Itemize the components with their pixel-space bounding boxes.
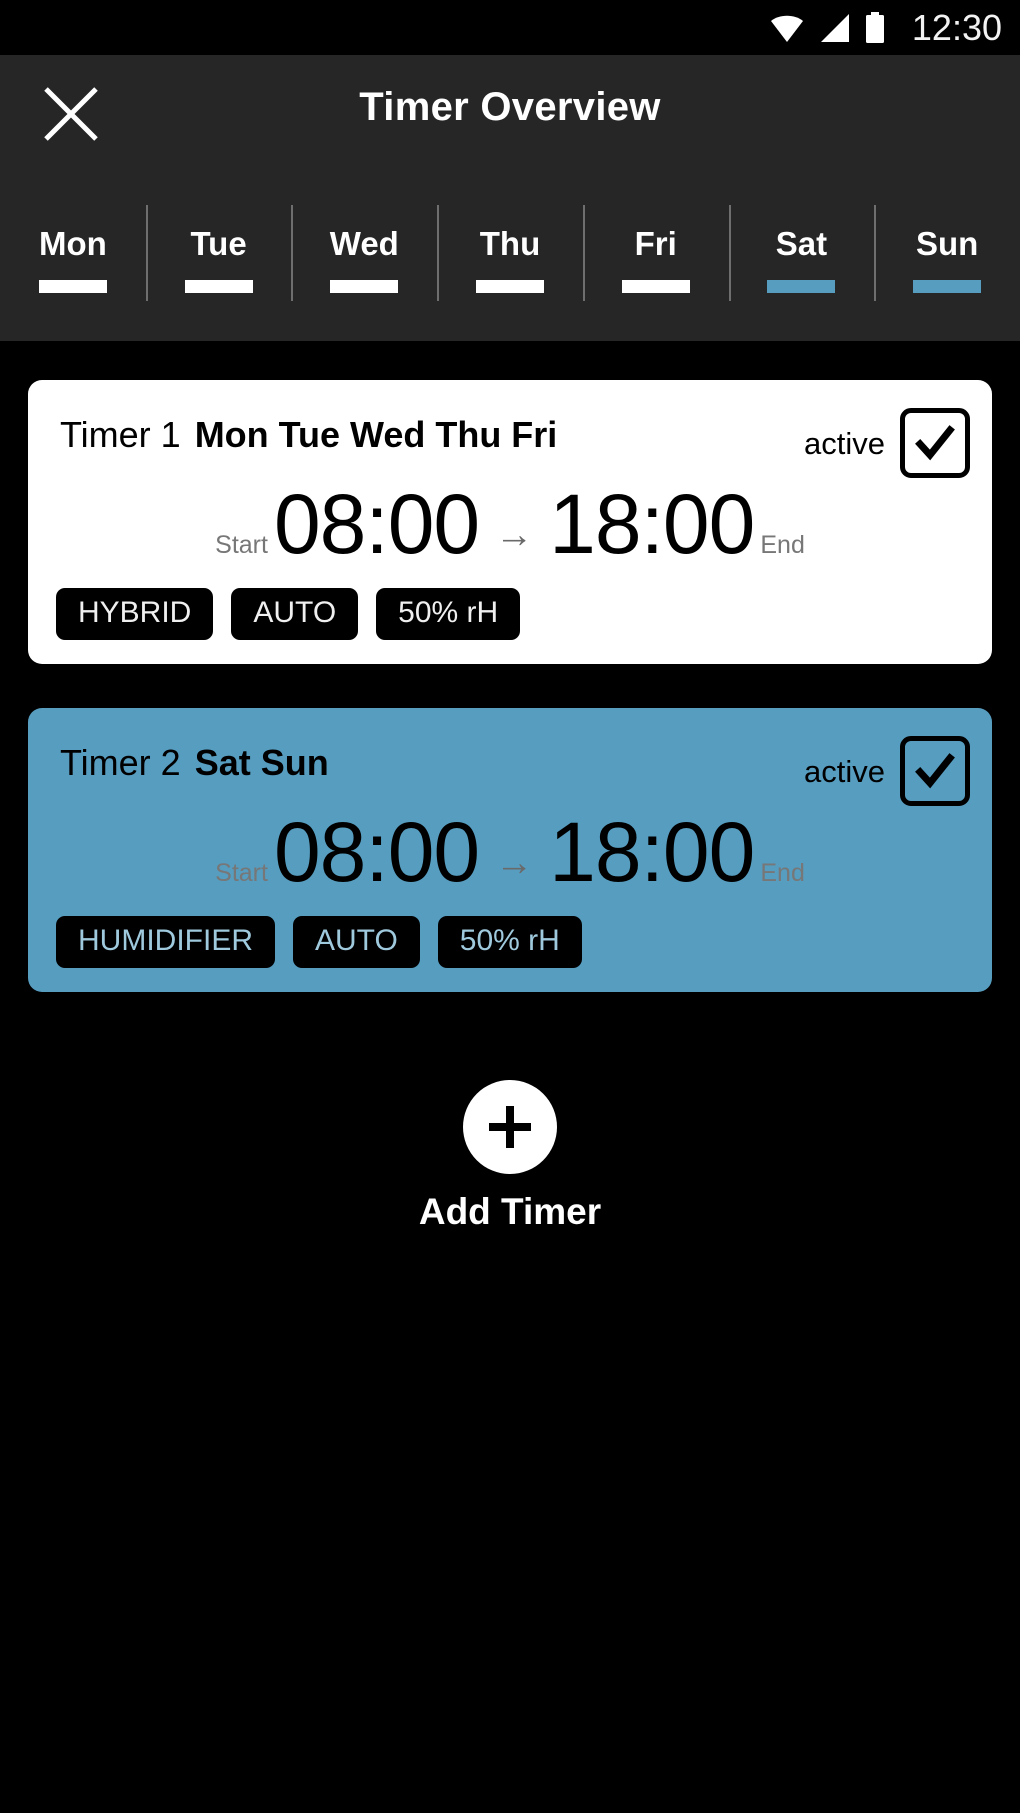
add-timer-label: Add Timer: [418, 1191, 602, 1232]
timer-active-group: active: [804, 736, 970, 806]
end-label: End: [760, 531, 805, 559]
timer-chip-row: HUMIDIFIER AUTO 50% rH: [28, 916, 992, 968]
timer-days: Mon Tue Wed Thu Fri: [194, 414, 558, 455]
timer-card-header: Timer 2 Sat Sun active: [28, 708, 992, 818]
active-label: active: [804, 425, 885, 461]
active-checkbox[interactable]: [900, 408, 970, 478]
timer-chip-row: HYBRID AUTO 50% rH: [28, 588, 992, 640]
mode-chip[interactable]: HYBRID: [56, 588, 214, 640]
plus-icon: [463, 1080, 557, 1174]
timer-card-header: Timer 1 Mon Tue Wed Thu Fri active: [28, 380, 992, 490]
timer-days: Sat Sun: [194, 742, 329, 783]
active-checkbox[interactable]: [900, 736, 970, 806]
tab-fri[interactable]: Fri: [582, 172, 729, 341]
active-label: active: [804, 753, 885, 789]
end-time[interactable]: 18:00: [549, 482, 755, 566]
arrow-right-icon: →: [495, 514, 534, 556]
status-bar-clock: 12:30: [911, 6, 1002, 48]
start-time[interactable]: 08:00: [274, 482, 480, 566]
humidity-chip[interactable]: 50% rH: [437, 916, 582, 968]
start-label: Start: [215, 531, 268, 559]
battery-icon: [864, 11, 886, 44]
timer-overview-screen: 12:30 Timer Overview Mon Tue Wed Thu Fri…: [0, 0, 1020, 1813]
tab-sat[interactable]: Sat: [728, 172, 875, 341]
timer-time-row: Start 08:00 → 18:00 End: [28, 482, 992, 566]
tab-underline: [184, 280, 253, 293]
tab-label: Mon: [38, 225, 107, 262]
timer-name: Timer 1: [60, 414, 181, 455]
tab-wed[interactable]: Wed: [291, 172, 437, 341]
tab-underline: [38, 280, 107, 293]
day-tab-bar: Mon Tue Wed Thu Fri Sat Sun: [0, 172, 1020, 341]
tab-label: Thu: [479, 225, 541, 262]
add-timer-button[interactable]: Add Timer: [0, 1080, 1020, 1230]
end-time[interactable]: 18:00: [549, 810, 755, 894]
tab-label: Fri: [634, 225, 677, 262]
tab-underline: [621, 280, 690, 293]
arrow-right-icon: →: [495, 842, 534, 884]
tab-thu[interactable]: Thu: [437, 172, 583, 341]
timer-name: Timer 2: [60, 742, 181, 783]
start-time[interactable]: 08:00: [274, 810, 480, 894]
tab-underline: [913, 280, 982, 293]
tab-underline: [330, 280, 399, 293]
status-icon-group: 12:30: [770, 6, 1002, 48]
tab-label: Sun: [916, 225, 979, 262]
tab-underline: [476, 280, 545, 293]
page-title: Timer Overview: [359, 85, 661, 129]
tab-tue[interactable]: Tue: [145, 172, 292, 341]
mode-chip[interactable]: HUMIDIFIER: [56, 916, 275, 968]
fan-chip[interactable]: AUTO: [293, 916, 420, 968]
status-bar: 12:30: [0, 0, 1020, 55]
tab-sun[interactable]: Sun: [874, 172, 1020, 341]
tab-label: Wed: [329, 225, 399, 262]
timer-card[interactable]: Timer 2 Sat Sun active Start 08:00 → 18:…: [28, 708, 992, 992]
tab-mon[interactable]: Mon: [0, 172, 146, 341]
app-bar: Timer Overview: [0, 55, 1020, 172]
tab-label: Sat: [775, 225, 828, 262]
wifi-icon: [770, 13, 804, 43]
cell-signal-icon: [818, 13, 850, 43]
timer-card[interactable]: Timer 1 Mon Tue Wed Thu Fri active Start…: [28, 380, 992, 664]
fan-chip[interactable]: AUTO: [231, 588, 359, 640]
end-label: End: [760, 859, 805, 887]
timer-time-row: Start 08:00 → 18:00 End: [28, 810, 992, 894]
humidity-chip[interactable]: 50% rH: [376, 588, 521, 640]
tab-underline: [767, 280, 836, 293]
start-label: Start: [215, 859, 268, 887]
tab-label: Tue: [190, 225, 247, 262]
timer-active-group: active: [804, 408, 970, 478]
